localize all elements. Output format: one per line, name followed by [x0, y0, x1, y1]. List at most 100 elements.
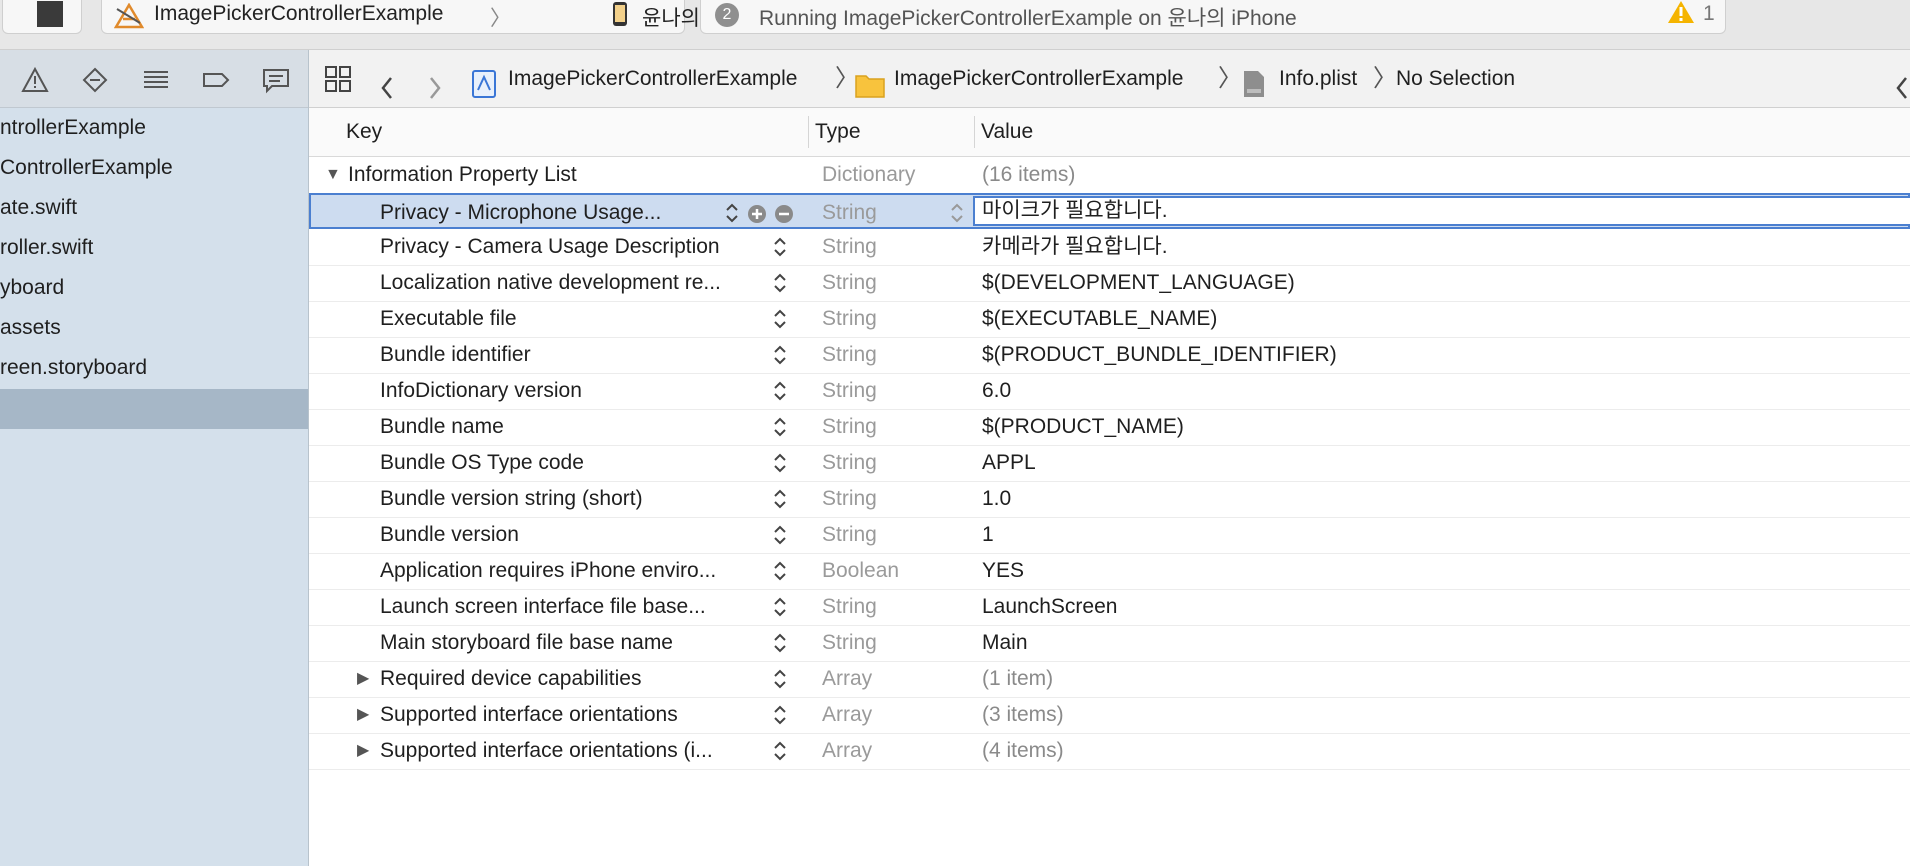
- jump-bar-file[interactable]: Info.plist: [1279, 50, 1357, 107]
- row-value: LaunchScreen: [982, 595, 1118, 618]
- tree-item[interactable]: yboard: [0, 268, 308, 308]
- tree-item[interactable]: roller.swift: [0, 228, 308, 268]
- row-type: String: [822, 631, 877, 654]
- key-stepper-icon[interactable]: [772, 739, 788, 763]
- key-stepper-icon[interactable]: [772, 523, 788, 547]
- key-stepper-icon[interactable]: [772, 235, 788, 259]
- table-row[interactable]: Bundle identifier String $(PRODUCT_BUNDL…: [309, 337, 1910, 374]
- disclosure-collapsed-icon[interactable]: ▶: [357, 733, 369, 769]
- key-stepper-icon[interactable]: [772, 631, 788, 655]
- table-row[interactable]: ▶ Supported interface orientations (i...…: [309, 733, 1910, 770]
- tree-item[interactable]: reen.storyboard: [0, 348, 308, 388]
- table-row[interactable]: Application requires iPhone enviro... Bo…: [309, 553, 1910, 590]
- table-row[interactable]: Launch screen interface file base... Str…: [309, 589, 1910, 626]
- tree-item[interactable]: ntrollerExample: [0, 108, 308, 148]
- label-tag-icon[interactable]: [200, 64, 232, 96]
- key-stepper-icon[interactable]: [772, 487, 788, 511]
- disclosure-expanded-icon[interactable]: ▼: [325, 157, 341, 193]
- column-value[interactable]: Value: [981, 108, 1033, 156]
- warning-icon[interactable]: [1667, 0, 1695, 31]
- key-stepper-icon[interactable]: [772, 703, 788, 727]
- row-type[interactable]: String: [822, 195, 877, 231]
- row-key: Bundle version: [380, 523, 519, 546]
- row-key[interactable]: Privacy - Microphone Usage...: [380, 195, 710, 231]
- tree-item[interactable]: [0, 389, 308, 429]
- row-type: Array: [822, 667, 873, 690]
- row-value: 1: [982, 523, 994, 546]
- table-row-selected[interactable]: Privacy - Microphone Usage... String 마이크…: [309, 193, 1910, 229]
- row-value: 1.0: [982, 487, 1012, 510]
- scheme-separator: 〉: [490, 7, 511, 30]
- table-row[interactable]: Privacy - Camera Usage Description Strin…: [309, 229, 1910, 266]
- table-row[interactable]: Bundle version string (short) String 1.0: [309, 481, 1910, 518]
- column-type[interactable]: Type: [815, 108, 861, 156]
- key-stepper-icon[interactable]: [772, 667, 788, 691]
- column-key[interactable]: Key: [346, 108, 382, 156]
- disclosure-collapsed-icon[interactable]: ▶: [357, 697, 369, 733]
- jump-bar: ImagePickerControllerExample 〉 ImagePick…: [309, 50, 1910, 108]
- table-row[interactable]: Main storyboard file base name String Ma…: [309, 625, 1910, 662]
- list-icon[interactable]: [140, 64, 172, 96]
- table-row[interactable]: ▶ Supported interface orientations Array…: [309, 697, 1910, 734]
- row-type: String: [822, 415, 877, 438]
- table-row[interactable]: Bundle OS Type code String APPL: [309, 445, 1910, 482]
- remove-row-icon[interactable]: [774, 204, 794, 224]
- navigate-left-chevron-icon[interactable]: [1894, 66, 1910, 99]
- jump-bar-project[interactable]: ImagePickerControllerExample: [508, 50, 797, 107]
- table-row[interactable]: Executable file String $(EXECUTABLE_NAME…: [309, 301, 1910, 338]
- column-divider[interactable]: [974, 116, 975, 148]
- tree-item[interactable]: ControllerExample: [0, 148, 308, 188]
- jump-bar-separator: 〉: [1373, 65, 1397, 92]
- comment-icon[interactable]: [260, 64, 292, 96]
- activity-count-badge: 2: [715, 3, 739, 27]
- table-row[interactable]: Localization native development re... St…: [309, 265, 1910, 302]
- activity-status[interactable]: 2 Running ImagePickerControllerExample o…: [700, 0, 1726, 34]
- related-items-grid-icon[interactable]: [323, 64, 353, 94]
- column-divider[interactable]: [808, 116, 809, 148]
- row-value: $(PRODUCT_BUNDLE_IDENTIFIER): [982, 343, 1337, 366]
- stop-button[interactable]: [2, 0, 82, 34]
- breakpoint-diamond-icon[interactable]: [79, 64, 111, 96]
- scheme-name: ImagePickerControllerExample: [154, 2, 444, 25]
- table-row[interactable]: ▶ Required device capabilities Array (1 …: [309, 661, 1910, 698]
- value-edit-field[interactable]: 마이크가 필요합니다.: [973, 196, 1910, 226]
- key-stepper-icon[interactable]: [772, 415, 788, 439]
- scheme-selector[interactable]: ImagePickerControllerExample 〉 윤나의 iPhon…: [101, 0, 771, 35]
- row-type: Dictionary: [822, 163, 916, 186]
- key-stepper-icon[interactable]: [772, 595, 788, 619]
- row-type: String: [822, 343, 877, 366]
- stop-icon: [37, 1, 63, 27]
- table-row[interactable]: Bundle version String 1: [309, 517, 1910, 554]
- jump-bar-selection[interactable]: No Selection: [1396, 50, 1515, 107]
- table-row[interactable]: Bundle name String $(PRODUCT_NAME): [309, 409, 1910, 446]
- activity-text: Running ImagePickerControllerExample on …: [759, 7, 1297, 30]
- key-stepper-icon[interactable]: [772, 451, 788, 475]
- warning-icon[interactable]: [19, 64, 51, 96]
- jump-bar-folder[interactable]: ImagePickerControllerExample: [894, 50, 1183, 107]
- back-chevron-icon[interactable]: [379, 66, 395, 99]
- key-stepper-icon[interactable]: [724, 201, 740, 225]
- row-value: $(DEVELOPMENT_LANGUAGE): [982, 271, 1295, 294]
- table-row[interactable]: ▼ Information Property List Dictionary (…: [309, 157, 1910, 194]
- type-stepper-icon[interactable]: [949, 201, 965, 225]
- tree-item[interactable]: ate.swift: [0, 188, 308, 228]
- key-stepper-icon[interactable]: [772, 271, 788, 295]
- row-key: Localization native development re...: [380, 271, 721, 294]
- add-row-icon[interactable]: [747, 204, 767, 224]
- app-scheme-icon: [113, 2, 145, 35]
- forward-chevron-icon[interactable]: [427, 66, 443, 99]
- tree-item[interactable]: assets: [0, 308, 308, 348]
- key-stepper-icon[interactable]: [772, 379, 788, 403]
- row-key: Bundle identifier: [380, 343, 531, 366]
- row-value: Main: [982, 631, 1028, 654]
- row-key: Launch screen interface file base...: [380, 595, 706, 618]
- key-stepper-icon[interactable]: [772, 559, 788, 583]
- key-stepper-icon[interactable]: [772, 343, 788, 367]
- disclosure-collapsed-icon[interactable]: ▶: [357, 661, 369, 697]
- table-row[interactable]: InfoDictionary version String 6.0: [309, 373, 1910, 410]
- row-value: (16 items): [982, 163, 1076, 186]
- key-stepper-icon[interactable]: [772, 307, 788, 331]
- navigator-tabs: [0, 50, 308, 108]
- row-key: Bundle OS Type code: [380, 451, 584, 474]
- row-value: 6.0: [982, 379, 1012, 402]
